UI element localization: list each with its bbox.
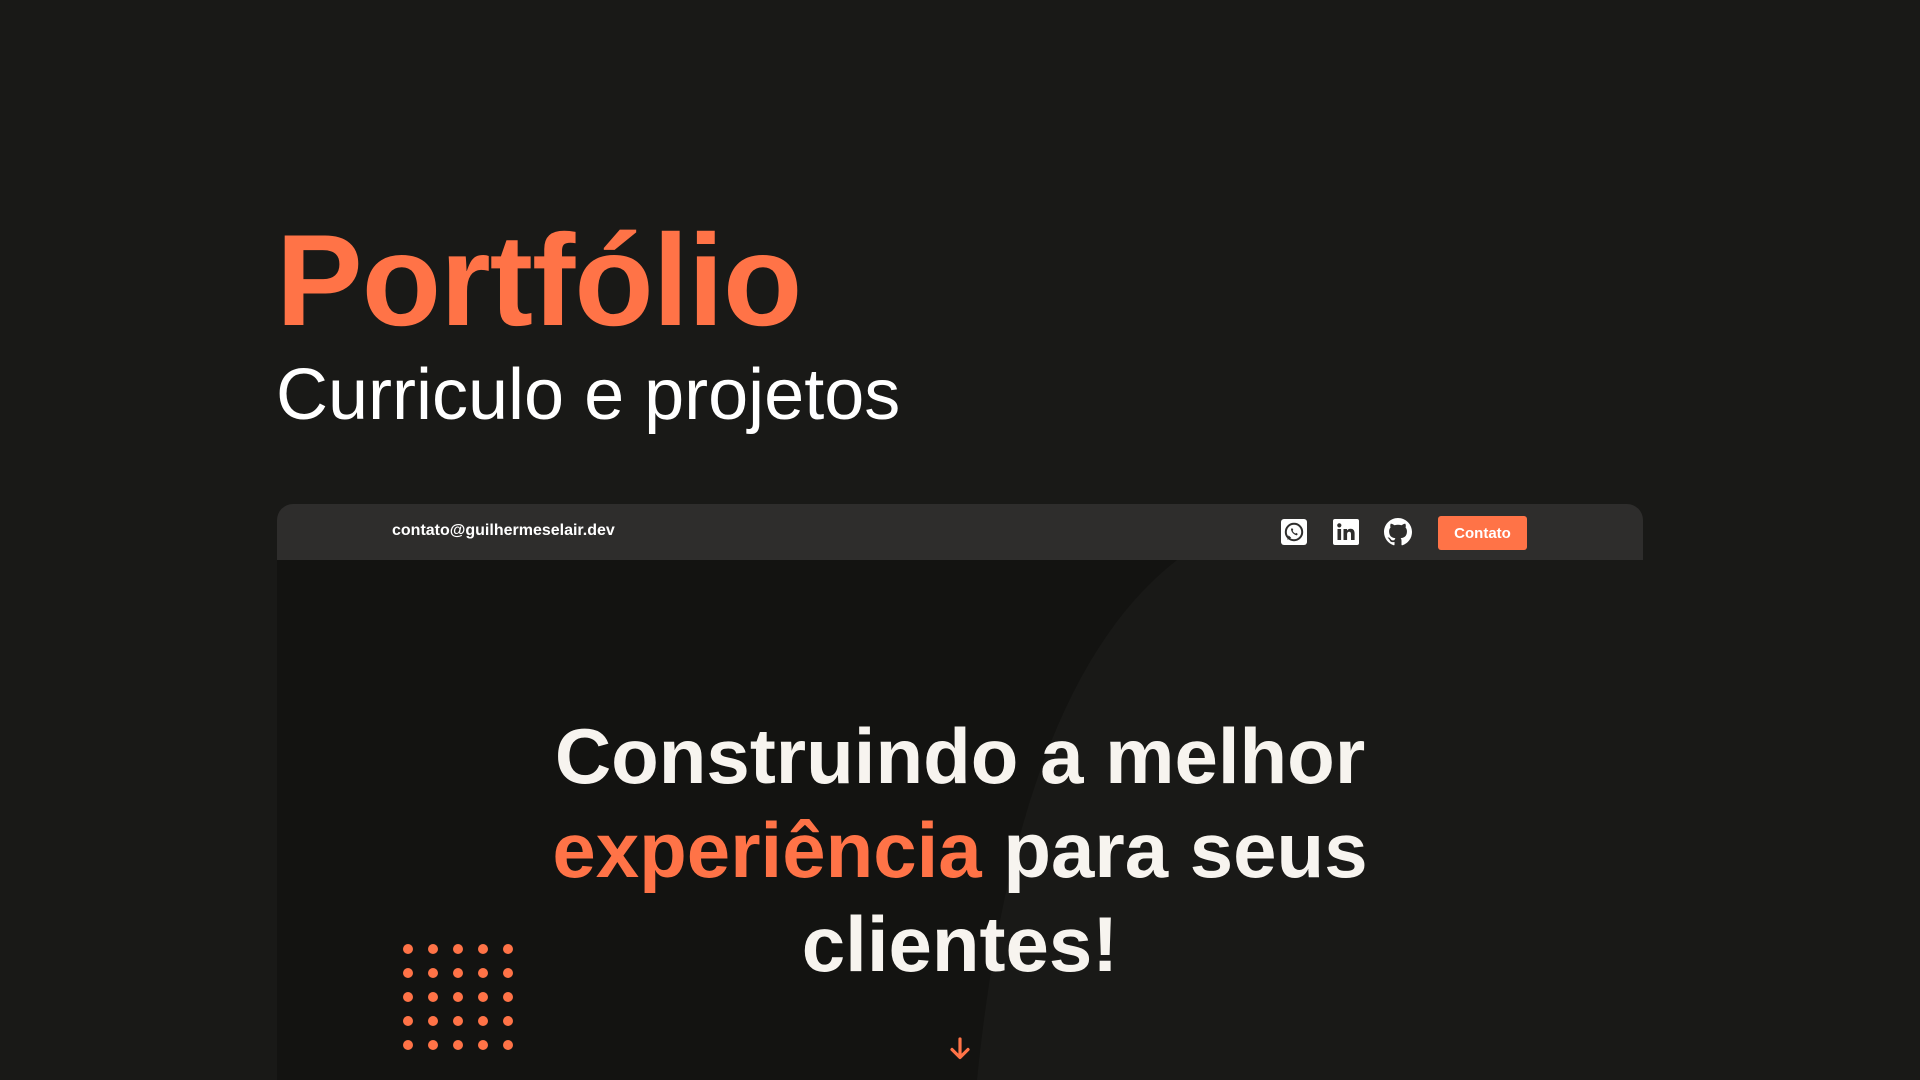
linkedin-icon[interactable]: [1332, 518, 1360, 546]
page-title: Portfólio: [276, 207, 802, 353]
github-icon[interactable]: [1384, 518, 1412, 546]
website-preview: contato@guilhermeselair.dev Contato Cons…: [277, 504, 1643, 1080]
site-header: contato@guilhermeselair.dev Contato: [277, 504, 1643, 560]
portfolio-showcase-page: Portfólio Curriculo e projetos contato@g…: [0, 0, 1920, 1080]
headline-accent-word: experiência: [552, 806, 982, 894]
headline-line-3: clientes!: [801, 900, 1119, 988]
headline-line-2: para seus: [1003, 806, 1368, 894]
dot-grid-decoration: [403, 944, 513, 1050]
contact-button[interactable]: Contato: [1438, 516, 1527, 550]
headline-line-1: Construindo a melhor: [554, 712, 1366, 800]
header-email[interactable]: contato@guilhermeselair.dev: [392, 522, 615, 540]
page-subtitle: Curriculo e projetos: [276, 355, 901, 435]
arrow-down-icon[interactable]: [948, 1036, 972, 1062]
whatsapp-icon[interactable]: [1280, 518, 1308, 546]
social-links: [1280, 518, 1412, 546]
